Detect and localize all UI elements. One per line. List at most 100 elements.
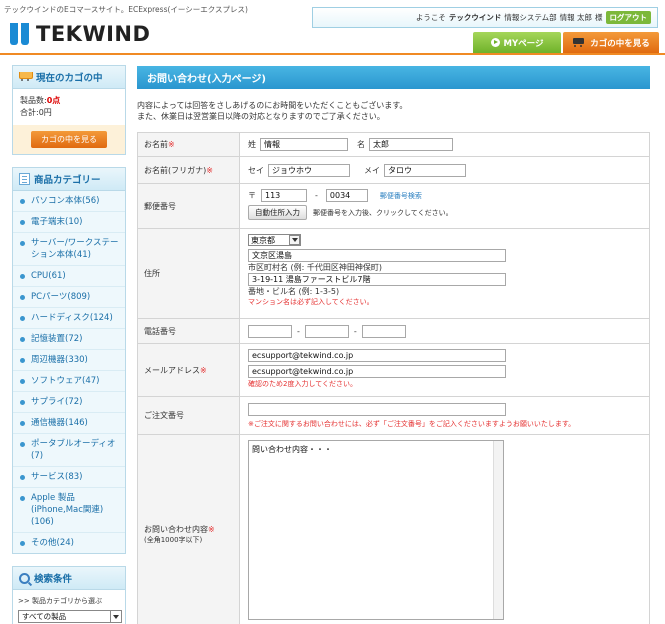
tekwind-logo[interactable]: TEKWIND <box>10 21 150 47</box>
address-fields: 東京都 文京区湯島 市区町村名 (例: 千代田区神田神保町) 3-19-11 湯… <box>240 229 649 318</box>
mei-label: 名 <box>357 140 365 149</box>
row-order: ご注文番号 ※ご注文に関するお問い合わせには、必ず「ご注文番号」をご記入ください… <box>138 396 649 434</box>
category-item[interactable]: その他(24) <box>13 532 125 553</box>
intro-text: 内容によっては回答をさしあげるのにお時間をいただくこともございます。 また、休業… <box>137 100 650 122</box>
chevron-down-icon <box>110 611 121 622</box>
search-category-select[interactable]: すべての製品 <box>18 610 122 623</box>
category-item[interactable]: ソフトウェア(47) <box>13 370 125 391</box>
required-mark: ※ <box>168 140 175 149</box>
inquiry-sub-label: (全角1000字以下) <box>144 535 203 544</box>
last-name-kana-input[interactable]: ジョウホウ <box>268 163 350 177</box>
phone-fields: - - <box>240 319 649 343</box>
arrow-right-icon <box>490 38 500 47</box>
page-title: お問い合わせ(入力ページ) <box>137 66 650 89</box>
kana-label: お名前(フリガナ) ※ <box>138 157 240 183</box>
cart-count-value: 0点 <box>46 96 61 105</box>
phone-dash: - <box>353 326 357 336</box>
mypage-button[interactable]: MYページ <box>473 32 561 53</box>
name-fields: 姓 情報 名 太郎 <box>240 133 649 156</box>
welcome-username: 情報 太郎 <box>559 13 592 22</box>
order-label: ご注文番号 <box>138 397 240 434</box>
logo-mark-icon <box>10 23 29 45</box>
category-item[interactable]: 電子端末(10) <box>13 211 125 232</box>
search-title: 検索条件 <box>34 574 73 585</box>
kana-fields: セイ ジョウホウ メイ タロウ <box>240 157 649 183</box>
row-email: メールアドレス ※ ecsupport@tekwind.co.jp ecsuppo… <box>138 343 649 396</box>
inquiry-fields: 問い合わせ内容・・・ <box>240 435 649 624</box>
street-input[interactable]: 3-19-11 湯島ファーストビル7階 <box>248 273 506 286</box>
view-cart-button[interactable]: カゴの中を見る <box>563 32 659 53</box>
required-mark: ※ <box>206 165 213 175</box>
email-input[interactable]: ecsupport@tekwind.co.jp <box>248 349 506 362</box>
category-item[interactable]: 周辺機器(330) <box>13 349 125 370</box>
mei-kana-label: メイ <box>364 165 380 175</box>
cart-icon <box>19 72 33 82</box>
zip-first-input[interactable]: 113 <box>261 189 307 202</box>
category-item[interactable]: PCパーツ(809) <box>13 286 125 307</box>
sidebar: 現在のカゴの中 製品数:0点 合計:0円 カゴの中を見る 商品カテゴリー パソコ… <box>12 65 126 624</box>
category-item[interactable]: 記憶装置(72) <box>13 328 125 349</box>
cart-summary-box: 現在のカゴの中 製品数:0点 合計:0円 カゴの中を見る <box>12 65 126 155</box>
logout-button[interactable]: ログアウト <box>605 11 651 24</box>
logo-text: TEKWIND <box>36 22 151 46</box>
sei-label: 姓 <box>248 140 256 149</box>
street-help: 番地・ビル名 (例: 1-3-5) <box>248 287 340 296</box>
postal-lookup-link[interactable]: 郵便番号検索 <box>380 191 422 201</box>
postal-label: 郵便番号 <box>138 184 240 228</box>
category-item[interactable]: 通信機器(146) <box>13 412 125 433</box>
category-item[interactable]: パソコン本体(56) <box>13 191 125 211</box>
phone-middle-input[interactable] <box>304 324 349 338</box>
prefecture-select[interactable]: 東京都 <box>248 234 301 246</box>
category-box: 商品カテゴリー パソコン本体(56) 電子端末(10) サーバー/ワークステーシ… <box>12 167 126 554</box>
cart-summary-body: 製品数:0点 合計:0円 <box>13 89 125 125</box>
row-inquiry: お問い合わせ内容※ (全角1000字以下) 問い合わせ内容・・・ <box>138 434 649 624</box>
email-label: メールアドレス ※ <box>138 344 240 396</box>
phone-area-input[interactable] <box>248 324 292 338</box>
intro-line: また、休業日は翌営業日以降の対応となりますのでご了承ください。 <box>137 112 385 121</box>
textarea-scrollbar[interactable] <box>493 441 503 619</box>
category-item[interactable]: Apple 製品(iPhone,Mac関連)(106) <box>13 487 125 532</box>
last-name-input[interactable]: 情報 <box>260 138 348 151</box>
category-item[interactable]: サービス(83) <box>13 466 125 487</box>
search-icon <box>19 572 30 584</box>
category-list: パソコン本体(56) 電子端末(10) サーバー/ワークステーション本体(41)… <box>13 191 125 553</box>
auto-address-button[interactable]: 自動住所入力 <box>248 205 307 220</box>
category-item[interactable]: CPU(61) <box>13 265 125 286</box>
email-confirm-input[interactable]: ecsupport@tekwind.co.jp <box>248 365 506 378</box>
cart-icon <box>572 37 586 48</box>
row-kana: お名前(フリガナ) ※ セイ ジョウホウ メイ タロウ <box>138 156 649 183</box>
first-name-kana-input[interactable]: タロウ <box>384 163 466 177</box>
list-icon <box>19 173 30 185</box>
site-tagline: テックウインドのEコマースサイト。ECExpress(イーシーエクスプレス) <box>4 5 248 14</box>
auto-address-help: 郵便番号を入力後、クリックしてください。 <box>313 208 453 217</box>
category-title: 商品カテゴリー <box>34 175 101 186</box>
welcome-bar: ようこそ テックウインド 情報システム部 情報 太郎 様 ログアウト <box>312 7 658 28</box>
category-item[interactable]: ポータブルオーディオ(7) <box>13 433 125 466</box>
postal-fields: 〒 113 - 0034 郵便番号検索 自動住所入力 郵便番号を入力後、クリック… <box>240 184 649 228</box>
search-category-label: >> 製品カテゴリから選ぶ <box>18 597 102 605</box>
address-note: マンション名は必ず記入してください。 <box>248 298 374 306</box>
intro-line: 内容によっては回答をさしあげるのにお時間をいただくこともございます。 <box>137 101 408 110</box>
mypage-label: MYページ <box>503 38 544 49</box>
row-name: お名前 ※ 姓 情報 名 太郎 <box>138 133 649 156</box>
email-note: 確認のため2度入力してください。 <box>248 380 358 388</box>
search-header: 検索条件 <box>13 567 125 590</box>
category-item[interactable]: サーバー/ワークステーション本体(41) <box>13 232 125 265</box>
cart-total-value: 0円 <box>38 108 52 117</box>
header-divider <box>0 53 665 55</box>
cart-total-label: 合計: <box>20 108 39 117</box>
phone-last-input[interactable] <box>361 324 406 338</box>
category-item[interactable]: サプライ(72) <box>13 391 125 412</box>
search-category-value: すべての製品 <box>22 612 67 621</box>
inquiry-label: お問い合わせ内容※ (全角1000字以下) <box>138 435 240 624</box>
city-input[interactable]: 文京区湯島 <box>248 249 506 262</box>
required-mark: ※ <box>208 524 215 534</box>
zip-second-input[interactable]: 0034 <box>325 189 368 202</box>
inquiry-textarea[interactable]: 問い合わせ内容・・・ <box>248 440 504 620</box>
category-item[interactable]: ハードディスク(124) <box>13 307 125 328</box>
sidebar-view-cart-button[interactable]: カゴの中を見る <box>31 131 107 148</box>
order-number-input[interactable] <box>248 403 506 416</box>
zip-dash: - <box>315 191 318 200</box>
welcome-company: テックウインド <box>448 13 502 22</box>
first-name-input[interactable]: 太郎 <box>369 138 453 151</box>
